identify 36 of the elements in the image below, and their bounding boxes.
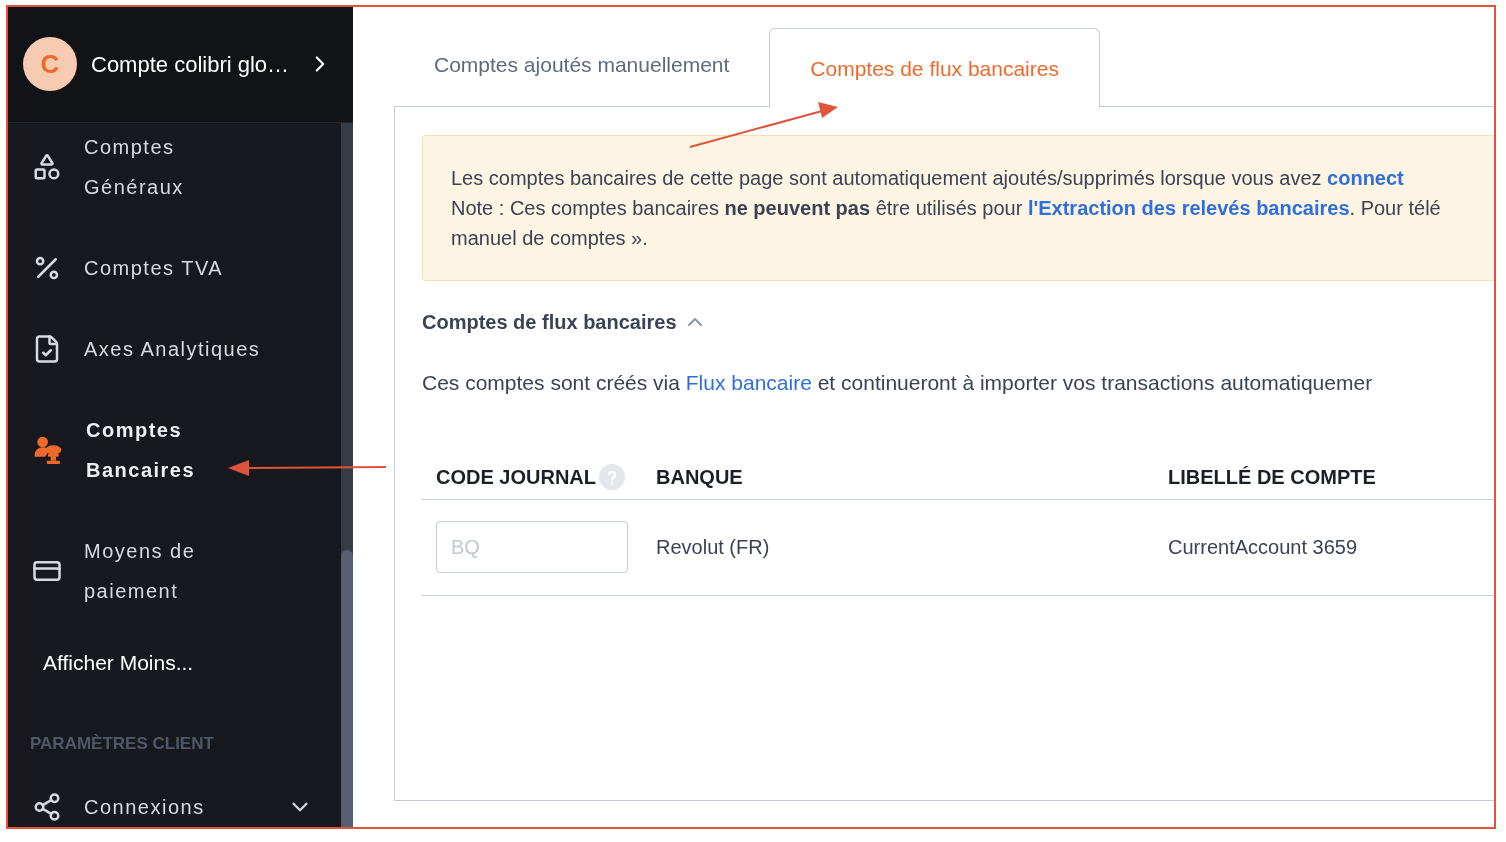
text: et continueront à importer vos transactions automatiquemer [816, 371, 1373, 394]
shapes-icon [32, 151, 62, 182]
text: Note : Ces comptes bancaires ne peuvent pas être utilisés pour [451, 197, 1024, 219]
journal-code-field[interactable]: BQ [436, 521, 628, 573]
sidebar-label: Comptes Bancaires [86, 417, 196, 483]
column-header: CODE JOURNAL [436, 464, 596, 490]
sidebar-label: Comptes Généraux [84, 134, 184, 200]
link[interactable]: l'Extraction des relevés bancaires [1027, 197, 1350, 219]
sidebar-item[interactable]: Comptes Généraux [8, 126, 341, 207]
nodes-icon [32, 792, 62, 822]
column-header: BANQUE [656, 464, 743, 490]
avatar: C [23, 37, 77, 92]
sidebar-item[interactable]: Axes Analytiques [8, 328, 341, 369]
sidebar-label: Moyens de paiement [84, 538, 196, 604]
link[interactable]: connect [1327, 167, 1404, 189]
account-header[interactable]: C Compte colibri glo… [8, 7, 353, 123]
text: manuel de comptes ». [451, 227, 648, 249]
link[interactable]: Flux bancaire [685, 371, 812, 394]
section-title: Comptes de flux bancaires [422, 310, 677, 335]
sidebar-item[interactable]: Comptes TVA [8, 247, 341, 288]
scrollbar-thumb[interactable] [341, 550, 353, 827]
table-cell-text: CurrentAccount 3659 [1168, 535, 1357, 560]
show-less-link[interactable]: Afficher Moins... [8, 642, 341, 683]
sidebar-item[interactable]: Moyens de paiement [8, 530, 341, 611]
sidebar-label: Axes Analytiques [84, 336, 261, 362]
sidebar-label: Connexions [84, 795, 206, 820]
account-name: Compte colibri glo… [91, 50, 291, 79]
text: Les comptes bancaires de cette page sont automatiquement ajoutés/supprimés lorsque vous avez [451, 167, 1323, 189]
sidebar-item[interactable]: Connexions [8, 787, 341, 827]
sidebar-label: Comptes TVA [84, 255, 224, 281]
help-icon[interactable] [599, 463, 625, 490]
table-cell-text: Revolut (FR) [656, 535, 771, 560]
text: Ces comptes sont créés via [422, 371, 681, 394]
column-header: LIBELLÉ DE COMPTE [1168, 464, 1376, 490]
text: . Pour télé [1349, 197, 1441, 219]
section-heading: PARAMÈTRES CLIENT [29, 732, 215, 755]
